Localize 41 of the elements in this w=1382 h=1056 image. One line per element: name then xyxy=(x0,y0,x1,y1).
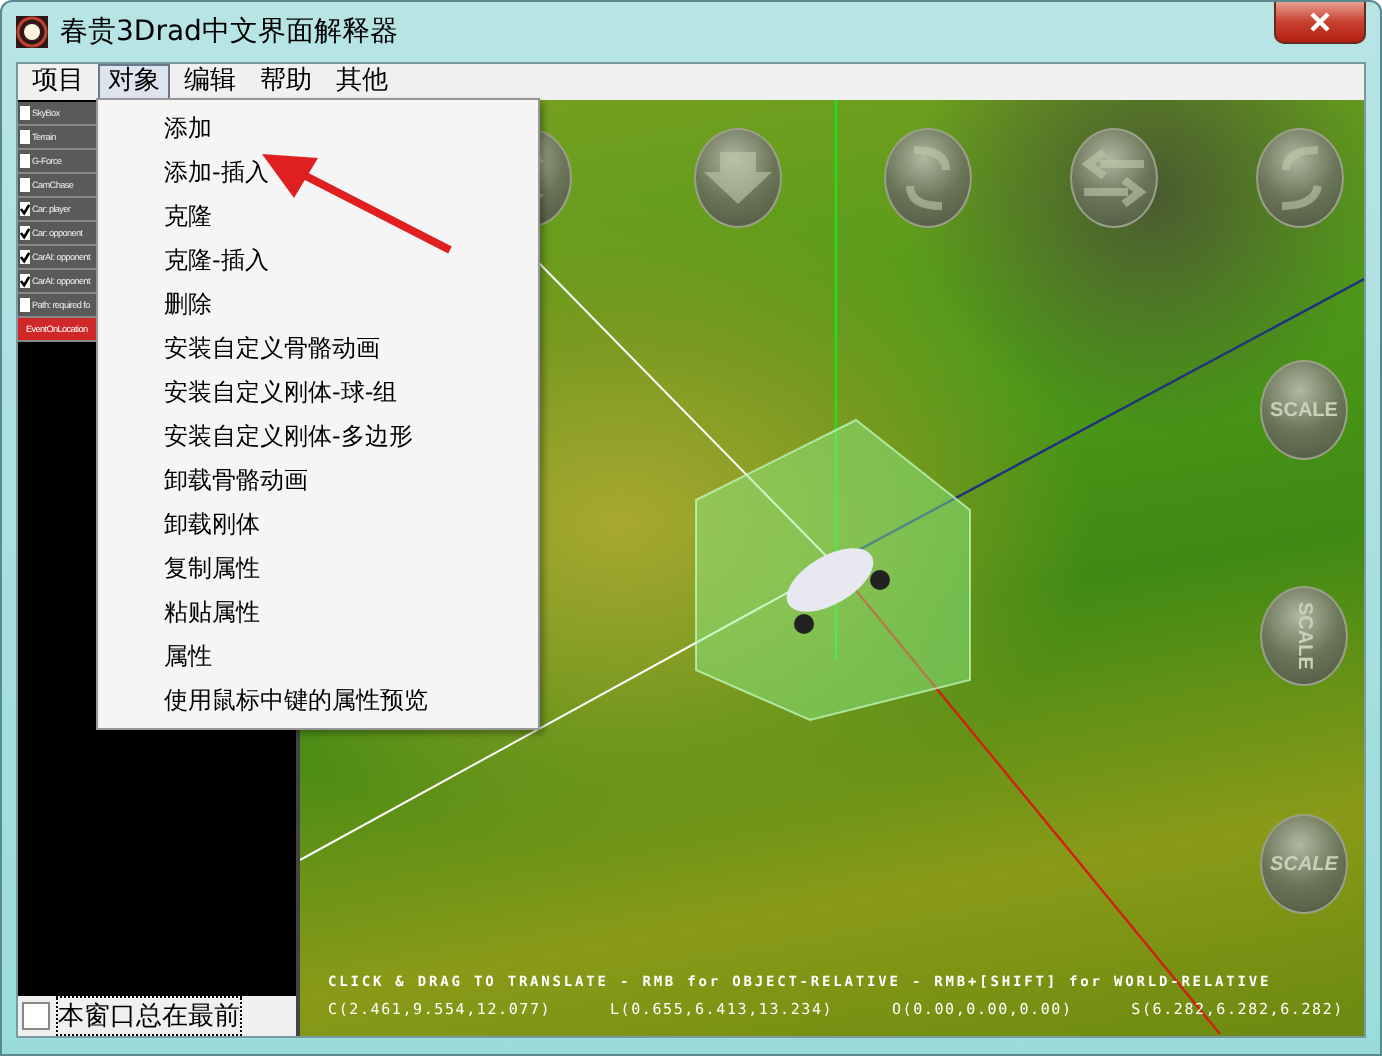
swap-arrows-icon xyxy=(1080,148,1148,208)
app-icon xyxy=(16,16,48,48)
checkbox[interactable] xyxy=(20,178,30,192)
menu-option[interactable]: 添加 xyxy=(98,106,538,150)
menu-option[interactable]: 安装自定义刚体-球-组 xyxy=(98,370,538,414)
checkbox[interactable] xyxy=(20,154,30,168)
car-model xyxy=(786,548,890,634)
menu-option[interactable]: 卸载骨骼动画 xyxy=(98,458,538,502)
menu-item[interactable]: 对象 xyxy=(98,64,170,100)
window-title: 春贵3Drad中文界面解释器 xyxy=(60,14,400,50)
checkbox[interactable] xyxy=(20,202,30,216)
menu-option[interactable]: 添加-插入 xyxy=(98,150,538,194)
rotate-button[interactable] xyxy=(884,128,972,228)
menu-option[interactable]: 克隆-插入 xyxy=(98,238,538,282)
menu-item[interactable]: 项目 xyxy=(22,64,94,100)
menu-option[interactable]: 粘贴属性 xyxy=(98,590,538,634)
checkbox-label: 本窗口总在最前 xyxy=(58,998,240,1034)
checkbox[interactable] xyxy=(22,1002,50,1030)
checkbox[interactable] xyxy=(20,130,30,144)
checkbox[interactable] xyxy=(20,298,30,312)
rotate-button[interactable] xyxy=(1256,128,1344,228)
menu-option[interactable]: 删除 xyxy=(98,282,538,326)
menu-option[interactable]: 属性 xyxy=(98,634,538,678)
down-arrow-icon xyxy=(704,152,772,204)
menu-option[interactable]: 复制属性 xyxy=(98,546,538,590)
menu-option[interactable]: 安装自定义骨骼动画 xyxy=(98,326,538,370)
checkbox[interactable] xyxy=(20,274,30,288)
rotate-button[interactable] xyxy=(1070,128,1158,228)
close-icon xyxy=(1306,12,1334,32)
menu-option[interactable]: 安装自定义刚体-多边形 xyxy=(98,414,538,458)
close-button[interactable] xyxy=(1274,2,1366,44)
move-down-button[interactable] xyxy=(694,128,782,228)
checkbox[interactable] xyxy=(20,106,30,120)
menu-item[interactable]: 帮助 xyxy=(250,64,322,100)
menu-option[interactable]: 使用鼠标中键的属性预览 xyxy=(98,678,538,722)
menu-option[interactable]: 克隆 xyxy=(98,194,538,238)
checkbox[interactable] xyxy=(20,250,30,264)
menu-option[interactable]: 卸载刚体 xyxy=(98,502,538,546)
menu-item[interactable]: 编辑 xyxy=(174,64,246,100)
menu-item[interactable]: 其他 xyxy=(326,64,398,100)
checkbox[interactable] xyxy=(20,226,30,240)
